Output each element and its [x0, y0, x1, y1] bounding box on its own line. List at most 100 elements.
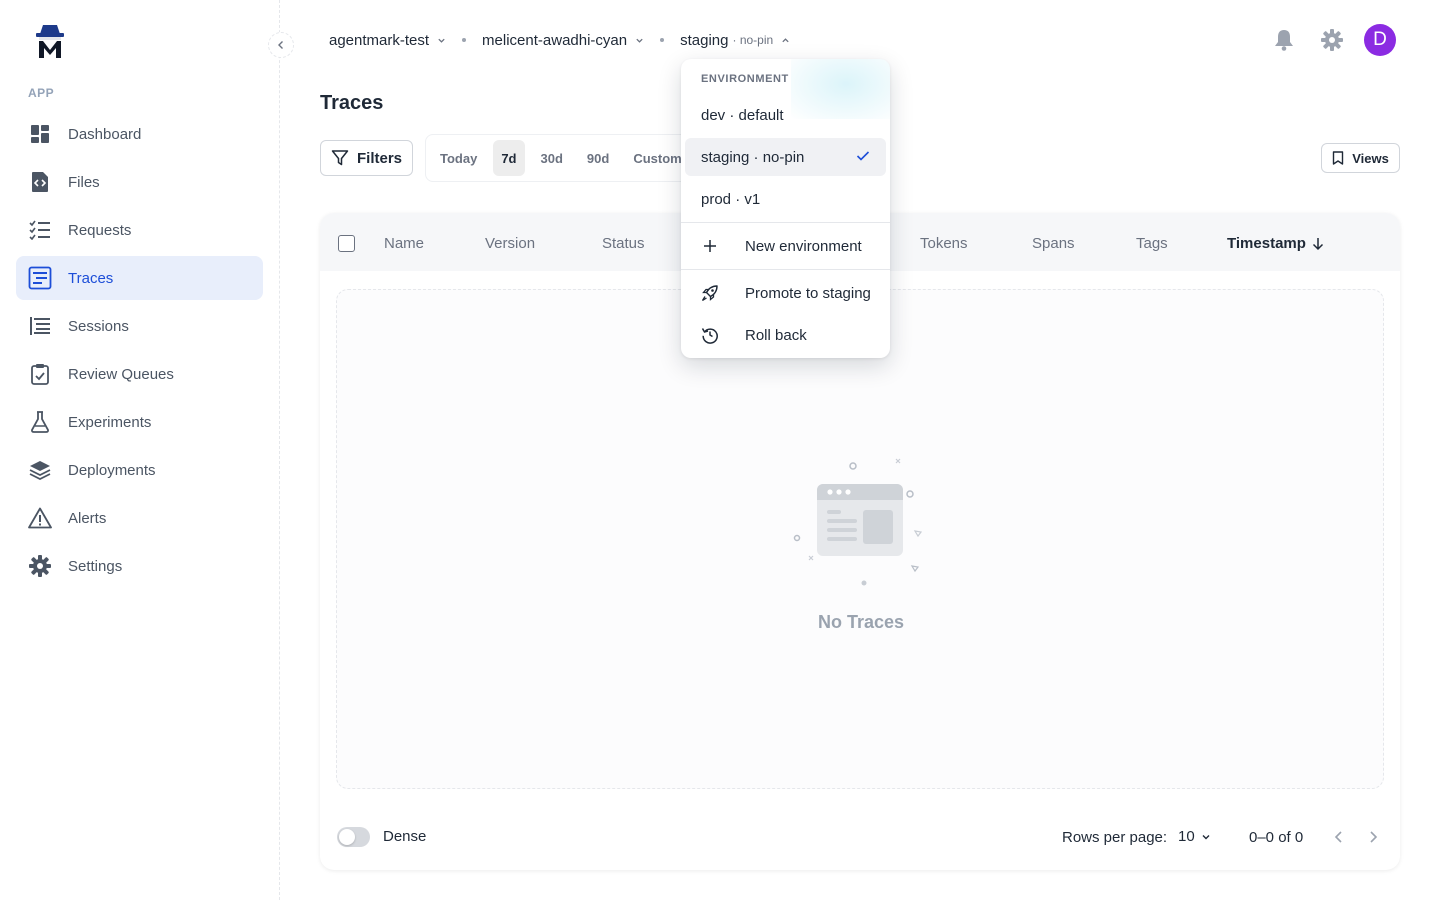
- column-header-timestamp[interactable]: Timestamp: [1227, 235, 1324, 252]
- sidebar-item-requests[interactable]: Requests: [16, 208, 263, 252]
- dropdown-header: ENVIRONMENT: [701, 73, 789, 85]
- empty-state: No Traces: [336, 289, 1384, 789]
- app-logo[interactable]: [34, 24, 66, 60]
- environment-selector[interactable]: staging · no-pin: [680, 32, 790, 49]
- org-name: agentmark-test: [329, 31, 430, 49]
- gear-icon: [1321, 29, 1343, 51]
- sidebar-item-label: Requests: [68, 221, 132, 239]
- range-7d-button[interactable]: 7d: [493, 140, 525, 176]
- sidebar-section-label: APP: [28, 86, 55, 100]
- empty-state-text: No Traces: [817, 612, 905, 632]
- range-today-button[interactable]: Today: [432, 140, 485, 176]
- column-header-tokens[interactable]: Tokens: [920, 235, 968, 252]
- prev-page-button[interactable]: [1329, 827, 1349, 847]
- notifications-button[interactable]: [1268, 24, 1300, 56]
- file-code-icon: [28, 170, 52, 194]
- new-environment-button[interactable]: New environment: [685, 227, 886, 265]
- range-30d-button[interactable]: 30d: [533, 140, 571, 176]
- plus-icon: [701, 237, 719, 255]
- sidebar-item-files[interactable]: Files: [16, 160, 263, 204]
- chevron-left-icon: [1334, 831, 1342, 843]
- sidebar-item-settings[interactable]: Settings: [16, 544, 263, 588]
- env-option-prod[interactable]: prod · v1: [685, 180, 886, 218]
- empty-window-icon: [793, 458, 923, 586]
- column-header-spans[interactable]: Spans: [1032, 235, 1075, 252]
- org-selector[interactable]: agentmark-test: [329, 32, 446, 49]
- column-header-version[interactable]: Version: [485, 235, 535, 252]
- table-footer: Dense Rows per page: 10 0–0 of 0: [320, 813, 1400, 861]
- env-option-dev[interactable]: dev · default: [685, 96, 886, 134]
- sidebar-item-deployments[interactable]: Deployments: [16, 448, 263, 492]
- sidebar-item-label: Dashboard: [68, 125, 142, 143]
- select-all-checkbox[interactable]: [338, 235, 355, 252]
- warning-icon: [28, 506, 52, 530]
- sidebar-item-review-queues[interactable]: Review Queues: [16, 352, 263, 396]
- chevron-down-icon: [636, 38, 643, 43]
- column-header-timestamp-label: Timestamp: [1227, 235, 1306, 252]
- flask-icon: [28, 410, 52, 434]
- traces-icon: [28, 266, 52, 290]
- sidebar-nav: Dashboard Files Requests Traces Sessions: [16, 112, 263, 592]
- sessions-icon: [28, 314, 52, 338]
- history-icon: [701, 326, 719, 344]
- top-actions: D: [1252, 24, 1396, 56]
- rows-per-page-select[interactable]: 10: [1178, 828, 1211, 845]
- env-option-label: dev · default: [701, 106, 784, 124]
- list-check-icon: [28, 218, 52, 242]
- views-button[interactable]: Views: [1321, 143, 1400, 173]
- clipboard-check-icon: [28, 362, 52, 386]
- env-option-label: staging · no-pin: [701, 148, 805, 166]
- breadcrumb: agentmark-test melicent-awadhi-cyan stag…: [329, 28, 790, 52]
- breadcrumb-separator: [462, 38, 467, 42]
- collapse-sidebar-button[interactable]: [268, 32, 294, 58]
- views-label: Views: [1352, 150, 1389, 166]
- column-header-status[interactable]: Status: [602, 235, 645, 252]
- sidebar-item-label: Sessions: [68, 317, 129, 335]
- chevron-down-icon: [438, 38, 445, 43]
- sidebar-item-label: Traces: [68, 269, 114, 287]
- avatar[interactable]: D: [1364, 24, 1396, 56]
- column-header-name[interactable]: Name: [384, 235, 424, 252]
- toggle-knob: [339, 829, 355, 845]
- filters-button[interactable]: Filters: [320, 140, 413, 176]
- environment-dropdown: ENVIRONMENT dev · default staging · no-p…: [681, 59, 890, 358]
- sidebar-item-traces[interactable]: Traces: [16, 256, 263, 300]
- gear-icon: [28, 554, 52, 578]
- new-environment-label: New environment: [745, 237, 862, 255]
- breadcrumb-separator: [660, 38, 665, 42]
- sidebar-item-label: Review Queues: [68, 365, 174, 383]
- project-selector[interactable]: melicent-awadhi-cyan: [482, 32, 644, 49]
- dense-toggle[interactable]: [337, 827, 370, 847]
- bookmark-icon: [1332, 151, 1344, 165]
- sidebar-item-alerts[interactable]: Alerts: [16, 496, 263, 540]
- env-option-staging[interactable]: staging · no-pin: [685, 138, 886, 176]
- layers-icon: [28, 458, 52, 482]
- sidebar-item-label: Files: [68, 173, 100, 191]
- column-header-tags[interactable]: Tags: [1136, 235, 1168, 252]
- environment-pin: · no-pin: [732, 33, 774, 47]
- sidebar-item-label: Settings: [68, 557, 123, 575]
- promote-button[interactable]: Promote to staging: [685, 274, 886, 312]
- sidebar-item-sessions[interactable]: Sessions: [16, 304, 263, 348]
- environment-name: staging: [680, 31, 729, 49]
- range-90d-button[interactable]: 90d: [579, 140, 617, 176]
- sidebar-item-experiments[interactable]: Experiments: [16, 400, 263, 444]
- rollback-button[interactable]: Roll back: [685, 316, 886, 354]
- rollback-label: Roll back: [745, 326, 807, 344]
- pagination-info: 0–0 of 0: [1249, 829, 1304, 846]
- chevron-right-icon: [1370, 831, 1378, 843]
- dropdown-divider: [681, 222, 890, 223]
- settings-button[interactable]: [1316, 24, 1348, 56]
- bell-icon: [1275, 30, 1293, 51]
- rocket-icon: [701, 284, 719, 302]
- page-title: Traces: [320, 92, 384, 114]
- sidebar-item-dashboard[interactable]: Dashboard: [16, 112, 263, 156]
- dropdown-divider: [681, 269, 890, 270]
- chevron-left-icon: [278, 41, 283, 49]
- sidebar-item-label: Alerts: [68, 509, 107, 527]
- check-icon: [856, 151, 870, 161]
- sidebar-item-label: Experiments: [68, 413, 152, 431]
- next-page-button[interactable]: [1363, 827, 1383, 847]
- chevron-down-icon: [1202, 834, 1210, 839]
- promote-label: Promote to staging: [745, 284, 871, 302]
